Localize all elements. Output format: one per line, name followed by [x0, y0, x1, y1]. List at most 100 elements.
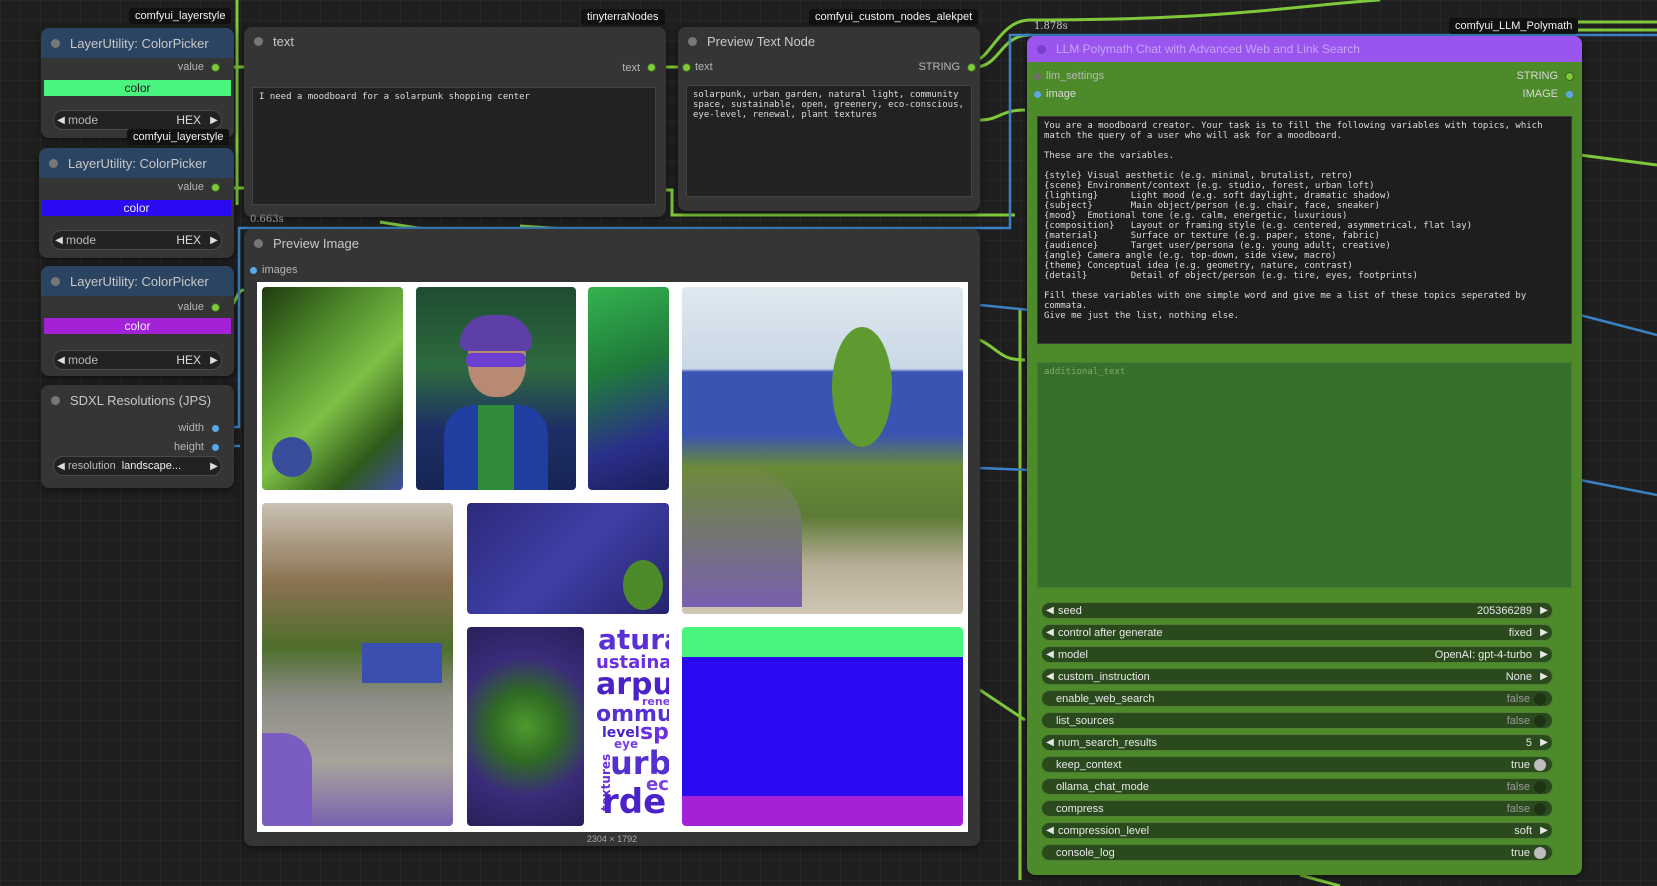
list-sources-widget[interactable]: list_sources false: [1041, 712, 1553, 729]
output-slot[interactable]: [648, 64, 655, 71]
node-title: LayerUtility: ColorPicker: [70, 35, 209, 51]
collapse-dot-icon[interactable]: [51, 38, 60, 48]
node-header[interactable]: LayerUtility: ColorPicker: [41, 28, 234, 58]
additional-text-input[interactable]: additional_text: [1037, 362, 1572, 588]
preview-image-node[interactable]: Preview Image images atura ustaina: [244, 229, 980, 846]
num-search-results-widget[interactable]: ◀ num_search_results 5 ▶: [1041, 734, 1553, 751]
toggle-knob-icon[interactable]: [1534, 802, 1546, 815]
arrow-left-icon[interactable]: ◀: [54, 461, 68, 472]
arrow-right-icon[interactable]: ▶: [1536, 605, 1552, 616]
arrow-right-icon[interactable]: ▶: [207, 235, 221, 246]
node-header[interactable]: LLM Polymath Chat with Advanced Web and …: [1027, 36, 1582, 62]
node-header[interactable]: LayerUtility: ColorPicker: [39, 148, 234, 178]
palette-purple: [682, 796, 963, 826]
node-header[interactable]: text: [244, 27, 666, 55]
collapse-dot-icon[interactable]: [51, 276, 60, 286]
output-slot[interactable]: [968, 64, 975, 71]
collapse-dot-icon[interactable]: [49, 158, 58, 168]
arrow-left-icon[interactable]: ◀: [1042, 671, 1058, 682]
output-label: STRING: [1516, 70, 1558, 82]
widget-value: 5: [1525, 736, 1532, 749]
collapse-dot-icon[interactable]: [1037, 44, 1046, 54]
output-slot[interactable]: [212, 184, 219, 191]
moodboard-image[interactable]: atura ustaina arpu rene ommu sp level ey…: [257, 282, 968, 832]
extension-tag: comfyui_layerstyle: [129, 8, 232, 24]
arrow-left-icon[interactable]: ◀: [54, 115, 68, 126]
input-slot[interactable]: [1034, 91, 1041, 98]
control-after-generate-widget[interactable]: ◀ control after generate fixed ▶: [1041, 624, 1553, 641]
seed-widget[interactable]: ◀ seed 205366289 ▶: [1041, 602, 1553, 619]
node-header[interactable]: Preview Text Node: [678, 27, 980, 55]
output-label: value: [177, 61, 204, 73]
input-label: image: [1046, 88, 1076, 100]
arrow-left-icon[interactable]: ◀: [1042, 605, 1058, 616]
mode-combo[interactable]: ◀ mode HEX ▶: [53, 110, 222, 130]
compress-widget[interactable]: compress false: [1041, 800, 1553, 817]
output-slot[interactable]: [1566, 91, 1573, 98]
preview-text-node[interactable]: Preview Text Node text STRING solarpunk,…: [678, 27, 980, 211]
color-swatch[interactable]: color: [42, 200, 231, 216]
mode-combo[interactable]: ◀ mode HEX ▶: [53, 350, 222, 370]
prompt-textarea[interactable]: You are a moodboard creator. Your task i…: [1037, 116, 1572, 344]
custom-instruction-widget[interactable]: ◀ custom_instruction None ▶: [1041, 668, 1553, 685]
color-swatch[interactable]: color: [44, 80, 231, 96]
arrow-right-icon[interactable]: ▶: [1536, 737, 1552, 748]
toggle-knob-icon[interactable]: [1534, 758, 1546, 771]
arrow-left-icon[interactable]: ◀: [54, 355, 68, 366]
arrow-left-icon[interactable]: ◀: [52, 235, 66, 246]
mode-combo[interactable]: ◀ mode HEX ▶: [51, 230, 222, 250]
node-header[interactable]: SDXL Resolutions (JPS): [41, 385, 234, 415]
collapse-dot-icon[interactable]: [254, 238, 263, 248]
arrow-left-icon[interactable]: ◀: [1042, 825, 1058, 836]
widget-value: true: [1511, 758, 1530, 771]
color-picker-node[interactable]: LayerUtility: ColorPicker value color ◀ m…: [39, 148, 234, 258]
color-picker-node[interactable]: LayerUtility: ColorPicker value color ◀ m…: [41, 28, 234, 138]
console-log-widget[interactable]: console_log true: [1041, 844, 1553, 861]
resolution-combo[interactable]: ◀ resolution landscape... ▶: [53, 456, 222, 476]
llm-polymath-node[interactable]: LLM Polymath Chat with Advanced Web and …: [1027, 36, 1582, 875]
arrow-left-icon[interactable]: ◀: [1042, 737, 1058, 748]
toggle-knob-icon[interactable]: [1534, 714, 1546, 727]
compression-level-widget[interactable]: ◀ compression_level soft ▶: [1041, 822, 1553, 839]
output-slot[interactable]: [212, 304, 219, 311]
toggle-knob-icon[interactable]: [1534, 780, 1546, 793]
widget-label: model: [1058, 648, 1088, 661]
enable-web-search-widget[interactable]: enable_web_search false: [1041, 690, 1553, 707]
collapse-dot-icon[interactable]: [51, 395, 60, 405]
collapse-dot-icon[interactable]: [254, 36, 263, 46]
color-picker-node[interactable]: LayerUtility: ColorPicker value color ◀ m…: [41, 266, 234, 376]
arrow-right-icon[interactable]: ▶: [1536, 825, 1552, 836]
output-slot[interactable]: [1566, 73, 1573, 80]
input-slot[interactable]: [250, 267, 257, 274]
output-label: text: [622, 62, 640, 74]
input-slot[interactable]: [683, 64, 690, 71]
collapse-dot-icon[interactable]: [688, 36, 697, 46]
ollama-chat-mode-widget[interactable]: ollama_chat_mode false: [1041, 778, 1553, 795]
arrow-right-icon[interactable]: ▶: [1536, 627, 1552, 638]
input-slot[interactable]: [1034, 73, 1041, 80]
color-swatch[interactable]: color: [44, 318, 231, 334]
input-label: llm_settings: [1046, 70, 1105, 82]
image-size-label: 2304 × 1792: [586, 834, 638, 844]
output-slot[interactable]: [212, 444, 219, 451]
toggle-knob-icon[interactable]: [1534, 846, 1546, 859]
arrow-left-icon[interactable]: ◀: [1042, 649, 1058, 660]
keep-context-widget[interactable]: keep_context true: [1041, 756, 1553, 773]
extension-tag: comfyui_custom_nodes_alekpet: [809, 9, 979, 25]
node-header[interactable]: Preview Image: [244, 229, 980, 257]
arrow-left-icon[interactable]: ◀: [1042, 627, 1058, 638]
sdxl-resolutions-node[interactable]: SDXL Resolutions (JPS) width height ◀ res…: [41, 385, 234, 488]
arrow-right-icon[interactable]: ▶: [1536, 671, 1552, 682]
text-node[interactable]: text text I need a moodboard for a solar…: [244, 27, 666, 217]
node-header[interactable]: LayerUtility: ColorPicker: [41, 266, 234, 296]
text-input[interactable]: I need a moodboard for a solarpunk shopp…: [252, 87, 656, 205]
arrow-right-icon[interactable]: ▶: [207, 461, 221, 472]
arrow-right-icon[interactable]: ▶: [1536, 649, 1552, 660]
node-title: LayerUtility: ColorPicker: [68, 155, 207, 171]
model-widget[interactable]: ◀ model OpenAI: gpt-4-turbo ▶: [1041, 646, 1553, 663]
toggle-knob-icon[interactable]: [1534, 692, 1546, 705]
output-slot[interactable]: [212, 64, 219, 71]
output-slot[interactable]: [212, 425, 219, 432]
arrow-right-icon[interactable]: ▶: [207, 355, 221, 366]
arrow-right-icon[interactable]: ▶: [207, 115, 221, 126]
